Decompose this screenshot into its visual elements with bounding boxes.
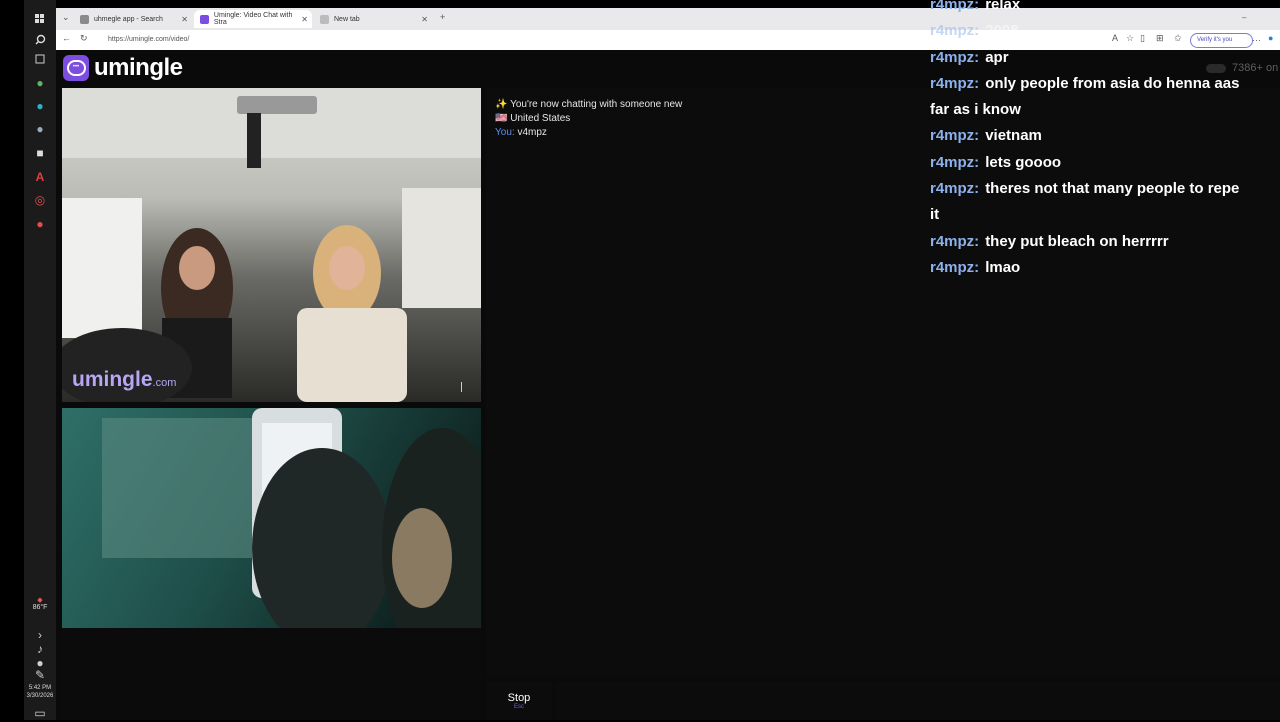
chat-username: r4mpz: [930,180,980,198]
tab-umingle[interactable]: Umingle: Video Chat with Stra ✕ [194,10,312,28]
country-name: United States [510,113,571,124]
chat-text: theres not that many people to repe [985,180,1240,198]
edge-icon[interactable]: ● [31,97,49,115]
close-tab-icon[interactable]: ✕ [181,15,188,24]
chat-text: 2008 [985,22,1019,40]
you-line: You: v4mpz [495,126,682,140]
clock-time: 5:42 PM [28,685,52,691]
system-clock[interactable]: 5:42 PM 3/30/2026 [24,684,56,700]
umingle-logo[interactable]: ••• umingle [63,54,183,82]
obs-icon[interactable]: ◎ [31,191,49,209]
adobe-icon[interactable]: A [31,168,49,186]
tab-new[interactable]: New tab ✕ [314,10,432,28]
chat-message: r4mpz: vietnam [930,123,1280,149]
watermark-main: umingle [72,368,153,391]
task-view-icon[interactable] [31,50,49,68]
chat-text: vietnam [985,127,1042,145]
stranger-video: umingle.com [62,88,481,402]
xbox-icon[interactable]: ● [31,74,49,92]
search-favicon-icon [80,14,89,24]
chat-username: r4mpz: [930,74,980,92]
chat-text: only people from asia do henna aas [985,74,1240,92]
back-arrow-icon[interactable]: ← [62,33,71,43]
chat-text: lets goooo [985,153,1062,171]
chat-message: r4mpz: lmao [930,255,1280,281]
stream-chat-overlay: r4mpz: relax r4mpz: 2008 r4mpz: apr r4mpz: o… [930,0,1280,292]
new-tab-plus-icon[interactable]: + [440,12,445,22]
status-line: ✨ You're now chatting with someone new [495,98,682,112]
chat-username: r4mpz: [930,22,980,40]
search-icon[interactable] [31,30,49,48]
country-line: 🇺🇸 United States [495,112,682,126]
tab-list-chevron-icon[interactable]: ⌄ [62,12,70,23]
car-interior-scene [62,88,481,402]
tab-label: New tab [334,15,360,23]
chat-message-continuation: far as i know [930,101,1021,119]
notification-icon[interactable]: ▭ [31,704,49,722]
us-flag-icon: 🇺🇸 [495,113,508,124]
chat-message: r4mpz: apr [930,45,1280,71]
message-input[interactable] [556,682,1280,720]
umingle-watermark: umingle.com [72,368,176,392]
chat-message: r4mpz: relax [930,0,1280,18]
windows-taskbar: ● ● ● ■ A ◎ ● ◆ 86°F › ♪ ● ✎ 5:42 PM 3/3… [0,0,56,720]
chat-message: r4mpz: lets goooo [930,150,1280,176]
sparkle-icon: ✨ [495,99,508,110]
logo-text: umingle [94,54,183,81]
chat-text: relax [985,0,1021,13]
chat-message: r4mpz: they put bleach on herrrrr [930,229,1280,255]
weather-temp: 86°F [32,604,48,611]
chat-text: apr [985,48,1009,66]
stop-button[interactable]: Stop Esc [486,682,552,720]
you-label: You: [495,127,515,138]
tab-label: Umingle: Video Chat with Stra [213,12,293,26]
close-tab-icon[interactable]: ✕ [301,15,308,24]
discord-icon[interactable]: ● [31,215,49,233]
chat-bubble-logo-icon: ••• [63,55,89,81]
stop-label: Stop [507,692,531,704]
chat-text: they put bleach on herrrrr [985,232,1169,250]
chat-username: r4mpz: [930,0,980,13]
chat-username: r4mpz: [930,258,980,276]
weather-icon: ◆ [37,597,43,604]
chat-username: r4mpz: [930,127,980,145]
umingle-favicon-icon [200,14,209,24]
status-text: You're now chatting with someone new [510,99,683,110]
tab-search[interactable]: uhmegle app - Search ✕ [74,10,192,28]
chat-username: r4mpz: [930,48,980,66]
chat-text: lmao [985,258,1021,276]
you-name: v4mpz [517,127,547,138]
chat-username: r4mpz: [930,232,980,250]
tab-label: uhmegle app - Search [94,15,163,23]
chat-message: r4mpz: only people from asia do henna aas [930,71,1280,97]
watermark-domain: .com [152,377,177,389]
new-tab-favicon-icon [320,14,329,24]
pen-icon[interactable]: ✎ [31,666,49,684]
refresh-icon[interactable]: ↻ [80,33,88,44]
self-video [62,408,481,720]
report-flag-icon[interactable] [461,382,473,392]
steam-icon[interactable]: ● [31,120,49,138]
start-icon[interactable] [31,10,49,28]
chat-message: r4mpz: 2008 [930,18,1280,44]
close-tab-icon[interactable]: ✕ [421,15,428,24]
store-icon[interactable]: ■ [31,144,49,162]
chat-message-continuation: it [930,206,940,224]
clock-date: 3/30/2026 [26,693,54,699]
stop-hint: Esc [513,704,524,710]
chat-status: ✨ You're now chatting with someone new 🇺… [495,98,682,140]
chat-username: r4mpz: [930,153,980,171]
webcam-scene [62,408,481,720]
weather-widget[interactable]: ◆ 86°F [26,596,54,611]
chat-message: r4mpz: theres not that many people to rep… [930,176,1280,202]
